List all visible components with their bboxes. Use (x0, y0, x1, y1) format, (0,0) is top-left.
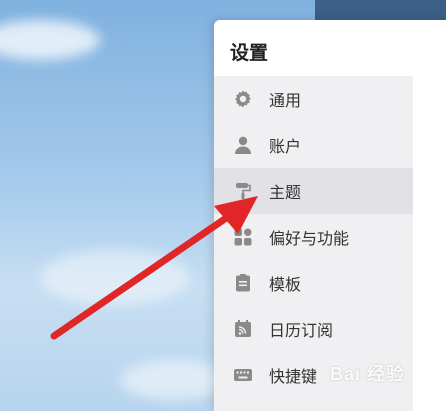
watermark: Bai 经验 (330, 364, 406, 384)
annotation-arrow (50, 196, 258, 340)
